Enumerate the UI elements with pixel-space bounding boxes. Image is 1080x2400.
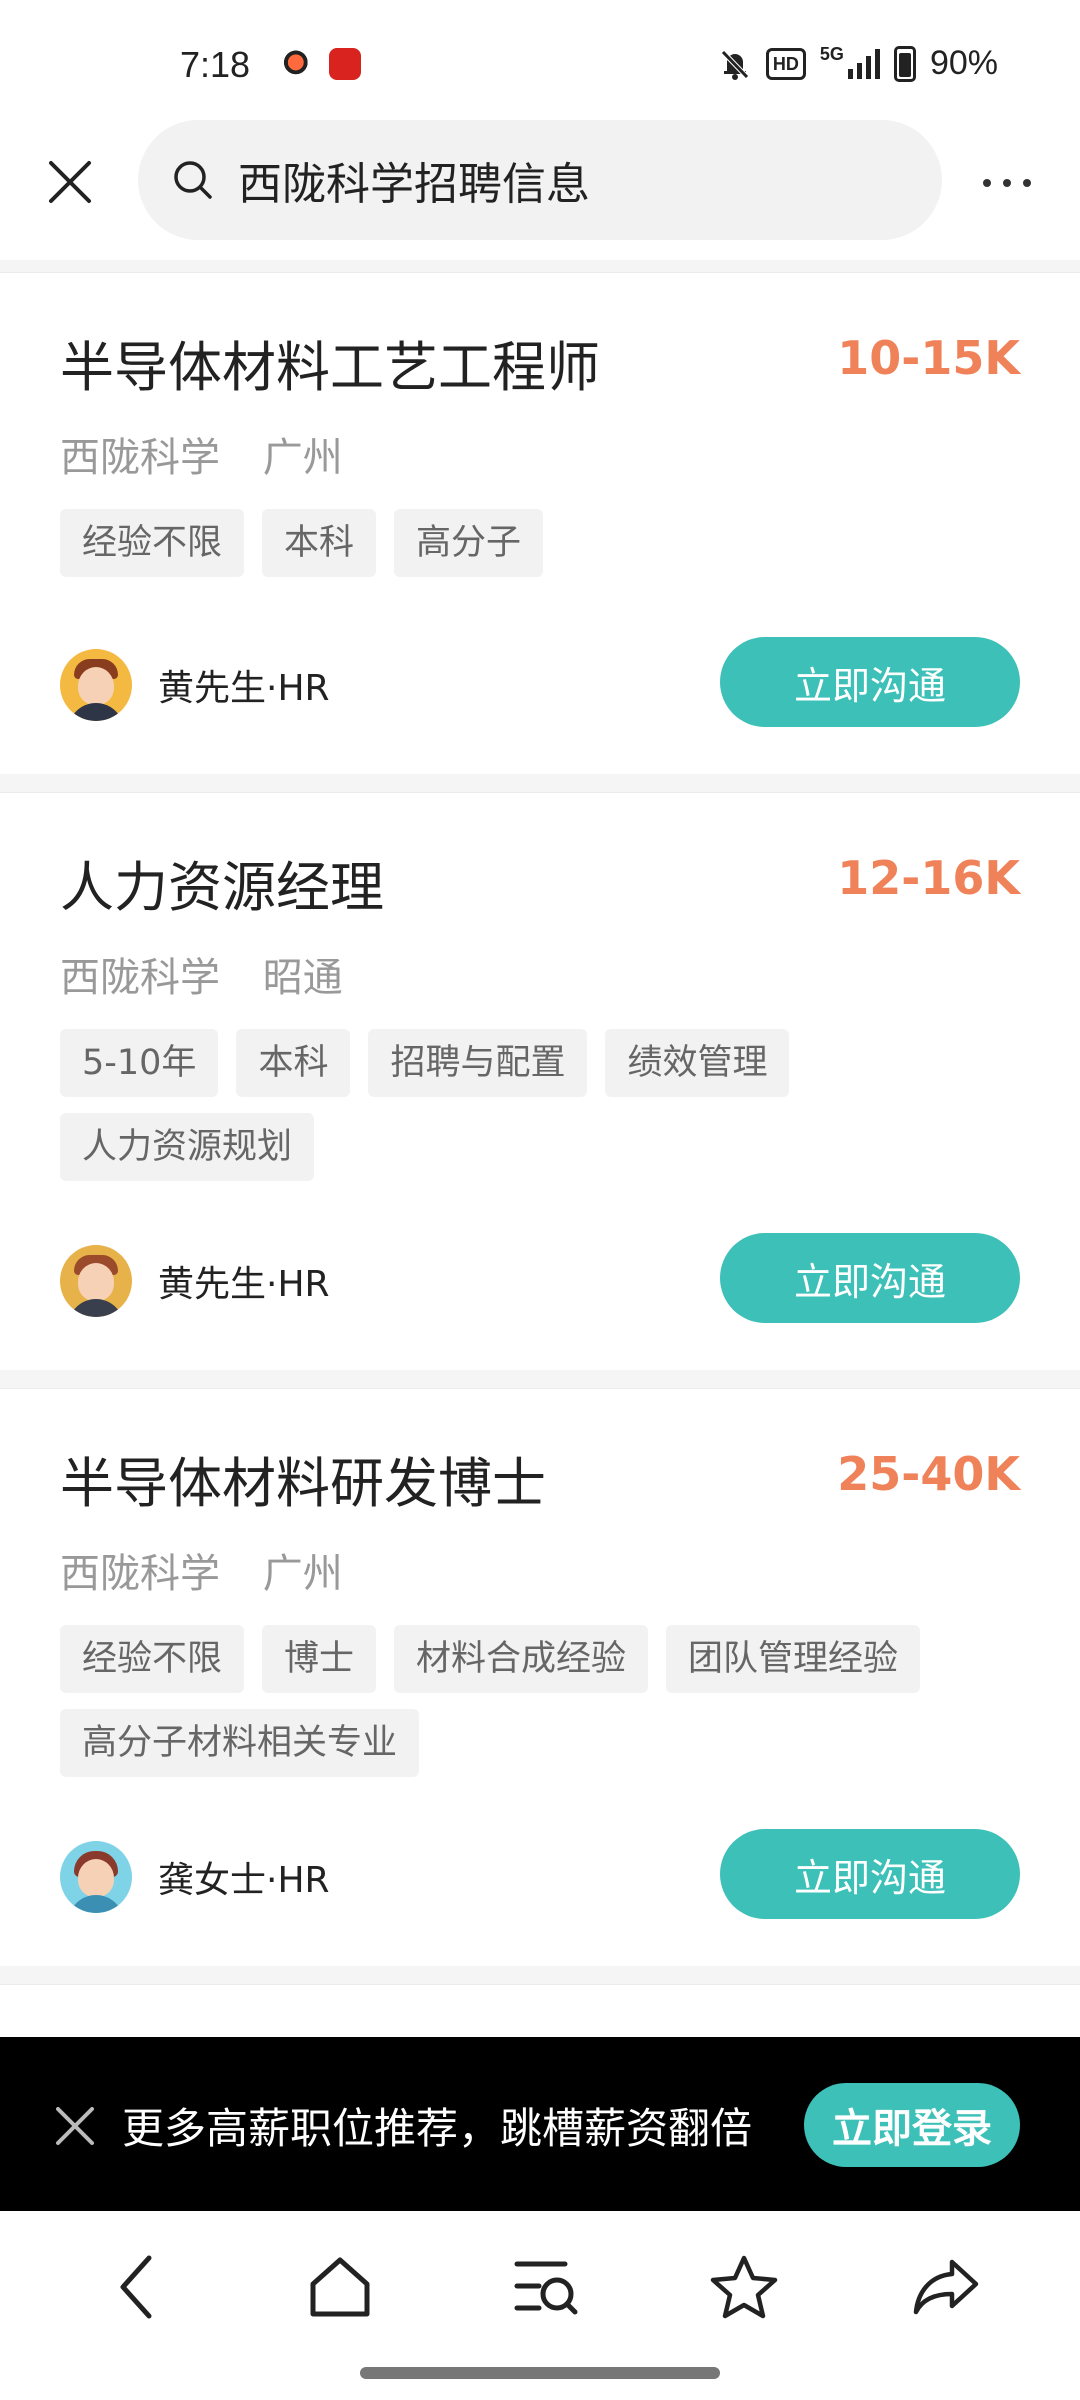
home-button[interactable] [300, 2247, 380, 2327]
job-city: 广州 [262, 435, 343, 481]
more-dot-icon [1003, 179, 1011, 187]
company-name: 西陇科学 [60, 1551, 220, 1597]
more-dot-icon [1023, 179, 1031, 187]
job-title: 半导体材料工艺工程师 [60, 336, 600, 399]
list-search-icon [514, 2261, 578, 2315]
search-input[interactable]: 西陇科学招聘信息 [138, 120, 942, 240]
close-icon [49, 161, 91, 203]
job-city: 广州 [262, 1551, 343, 1597]
card-gap [0, 1966, 1080, 1984]
job-tag: 博士 [262, 1625, 377, 1693]
job-salary: 12-16K [837, 851, 1020, 905]
signal-icon [847, 48, 880, 79]
chat-now-button[interactable]: 立即沟通 [720, 637, 1020, 727]
home-icon [310, 2257, 370, 2317]
stock-app-notification-icon [329, 48, 361, 80]
job-salary: 10-15K [837, 331, 1020, 385]
job-tag: 招聘与配置 [368, 1029, 588, 1097]
login-promo-banner: 更多高薪职位推荐，跳槽薪资翻倍 立即登录 [0, 2037, 1080, 2211]
job-tag: 绩效管理 [605, 1029, 790, 1097]
mute-bell-icon [721, 49, 749, 80]
promo-text: 更多高薪职位推荐，跳槽薪资翻倍 [122, 2104, 753, 2153]
close-button[interactable] [42, 154, 98, 210]
share-icon [913, 2259, 979, 2315]
avatar [60, 649, 132, 721]
company-location: 西陇科学 昭通 [60, 945, 343, 1003]
status-bar: 7:18 HD 5G 90% [0, 0, 1080, 118]
job-tag: 高分子材料相关专业 [60, 1709, 420, 1777]
star-icon [710, 2255, 778, 2319]
recruiter-name: 黄先生·HR [158, 668, 330, 709]
company-location: 西陇科学 广州 [60, 1541, 343, 1599]
job-tag: 人力资源规划 [60, 1113, 315, 1181]
more-dot-icon [983, 179, 991, 187]
hd-badge: HD [765, 47, 806, 80]
avatar [60, 1245, 132, 1317]
job-tag: 本科 [236, 1029, 351, 1097]
battery-icon [893, 45, 916, 82]
job-title: 半导体材料研发博士 [60, 1452, 546, 1515]
chat-now-button[interactable]: 立即沟通 [720, 1829, 1020, 1919]
status-time: 7:18 [180, 44, 251, 85]
home-indicator [360, 2367, 720, 2379]
card-gap [0, 1370, 1080, 1388]
chat-now-button[interactable]: 立即沟通 [720, 1233, 1020, 1323]
company-location: 西陇科学 广州 [60, 425, 343, 483]
recruiter: 龚女士·HR [60, 1841, 330, 1913]
job-card[interactable]: 人力资源经理 12-16K 西陇科学 昭通 5-10年 本科 招聘与配置 绩效管… [0, 792, 1080, 1370]
job-title: 人力资源经理 [60, 856, 384, 919]
favorite-button[interactable] [704, 2247, 784, 2327]
app-notification-icon [283, 48, 315, 80]
job-tag: 材料合成经验 [394, 1625, 649, 1693]
job-tags: 经验不限 博士 材料合成经验 团队管理经验 高分子材料相关专业 [60, 1625, 1020, 1777]
search-header: 西陇科学招聘信息 [0, 118, 1080, 260]
job-tags: 5-10年 本科 招聘与配置 绩效管理 人力资源规划 [60, 1029, 1020, 1181]
company-name: 西陇科学 [60, 435, 220, 481]
job-tag: 高分子 [394, 509, 544, 577]
search-icon [174, 161, 212, 199]
job-salary: 25-40K [837, 1447, 1020, 1501]
job-tag: 团队管理经验 [666, 1625, 921, 1693]
job-tag: 经验不限 [60, 1625, 245, 1693]
login-button[interactable]: 立即登录 [804, 2083, 1020, 2167]
job-city: 昭通 [262, 955, 343, 1001]
job-tag: 5-10年 [60, 1029, 219, 1097]
more-options-button[interactable] [972, 158, 1042, 208]
recruiter-name: 龚女士·HR [158, 1860, 330, 1901]
status-indicators: HD 5G 90% [718, 44, 998, 83]
job-card[interactable]: 半导体材料研发博士 25-40K 西陇科学 广州 经验不限 博士 材料合成经验 … [0, 1388, 1080, 1966]
notification-icons [283, 48, 361, 80]
card-gap [0, 774, 1080, 792]
promo-close-button[interactable] [52, 2103, 98, 2149]
search-query: 西陇科学招聘信息 [238, 159, 590, 210]
back-icon [120, 2255, 152, 2319]
back-button[interactable] [98, 2247, 178, 2327]
battery-level: 90% [929, 44, 998, 82]
recruiter: 黄先生·HR [60, 1245, 330, 1317]
network-type: 5G [819, 44, 844, 64]
recruiter-name: 黄先生·HR [158, 1264, 330, 1305]
tabs-search-button[interactable] [506, 2247, 586, 2327]
job-card[interactable]: 半导体材料工艺工程师 10-15K 西陇科学 广州 经验不限 本科 高分子 黄先… [0, 272, 1080, 774]
recruiter: 黄先生·HR [60, 649, 330, 721]
job-tag: 经验不限 [60, 509, 245, 577]
job-tag: 本科 [262, 509, 377, 577]
close-icon [56, 2107, 94, 2145]
avatar [60, 1841, 132, 1913]
browser-bottom-nav [0, 2211, 1080, 2400]
share-button[interactable] [906, 2247, 986, 2327]
job-tags: 经验不限 本科 高分子 [60, 509, 1020, 577]
list-top-gap [0, 260, 1080, 272]
job-list: 半导体材料工艺工程师 10-15K 西陇科学 广州 经验不限 本科 高分子 黄先… [0, 260, 1080, 2184]
company-name: 西陇科学 [60, 955, 220, 1001]
